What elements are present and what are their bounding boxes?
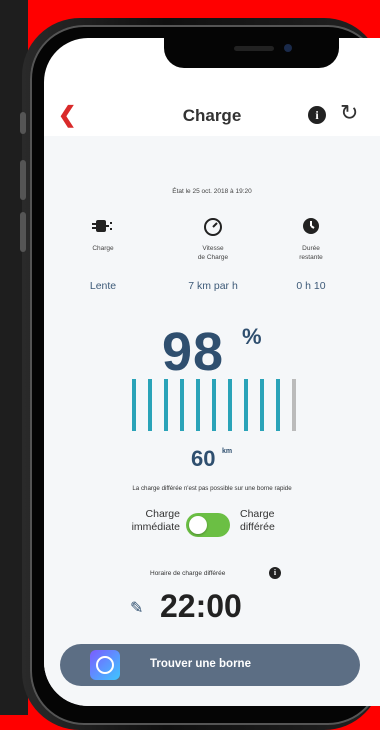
info-icon[interactable]: i — [308, 106, 326, 124]
ring-shape — [96, 656, 114, 674]
state-date: État le 25 oct. 2018 à 19:20 — [172, 188, 252, 195]
charge-mode-row: Charge immédiate Charge différée — [44, 508, 380, 544]
battery-bar-filled — [276, 379, 280, 431]
schedule-info-icon[interactable]: i — [269, 567, 281, 579]
app-screen: ❮ Charge i ↻ État le 25 oct. 2018 à 19:2… — [44, 38, 380, 706]
battery-bar-empty — [292, 379, 296, 431]
battery-bar-filled — [212, 379, 216, 431]
main-content: État le 25 oct. 2018 à 19:20 Charge Lent… — [44, 136, 380, 706]
schedule-time[interactable]: 22:00 — [160, 588, 242, 625]
battery-bars — [132, 379, 342, 433]
charge-mode-toggle[interactable] — [186, 513, 230, 537]
clock-icon — [266, 216, 356, 240]
stat-remaining: Durée restante 0 h 10 — [266, 216, 356, 292]
battery-bar-filled — [180, 379, 184, 431]
stat-value: 0 h 10 — [296, 280, 326, 292]
stat-value: Lente — [89, 280, 117, 292]
mute-switch — [20, 112, 26, 134]
find-station-button[interactable]: Trouver une borne — [60, 644, 360, 686]
range-unit: km — [222, 448, 233, 455]
battery-bar-filled — [148, 379, 152, 431]
volume-up-button — [20, 160, 26, 200]
stat-label: Charge — [92, 245, 114, 252]
toggle-label-immediate: Charge immédiate — [131, 508, 180, 533]
battery-bar-filled — [132, 379, 136, 431]
app-logo-icon — [90, 650, 120, 680]
battery-bar-filled — [228, 379, 232, 431]
pencil-icon[interactable]: ✎ — [130, 598, 143, 618]
stat-speed: Vitesse de Charge 7 km par h — [168, 216, 258, 292]
stat-label: Durée restante — [299, 245, 323, 261]
stat-charge: Charge Lente — [58, 216, 148, 292]
schedule-label: Horaire de charge différée — [150, 570, 226, 577]
camera — [284, 44, 292, 52]
battery-bar-filled — [244, 379, 248, 431]
battery-percent: 98 — [162, 322, 225, 382]
range-value: 60 — [191, 446, 216, 471]
battery-bar-filled — [196, 379, 200, 431]
toggle-knob — [189, 516, 207, 534]
plug-icon — [58, 216, 148, 240]
phone-notch — [164, 38, 339, 68]
stat-value: 7 km par h — [188, 280, 238, 292]
battery-bar-filled — [260, 379, 264, 431]
find-station-label: Trouver une borne — [150, 658, 251, 670]
volume-down-button — [20, 212, 26, 252]
info-note: La charge différée n'est pas possible su… — [132, 485, 292, 492]
speedometer-icon — [168, 216, 258, 240]
toggle-label-deferred: Charge différée — [240, 508, 275, 533]
page-title: Charge — [182, 106, 242, 125]
percent-sign: % — [242, 324, 262, 349]
stat-label: Vitesse de Charge — [197, 245, 229, 261]
header: ❮ Charge i ↻ — [44, 98, 380, 138]
battery-bar-filled — [164, 379, 168, 431]
speaker — [234, 46, 274, 51]
refresh-icon[interactable]: ↻ — [340, 100, 358, 126]
